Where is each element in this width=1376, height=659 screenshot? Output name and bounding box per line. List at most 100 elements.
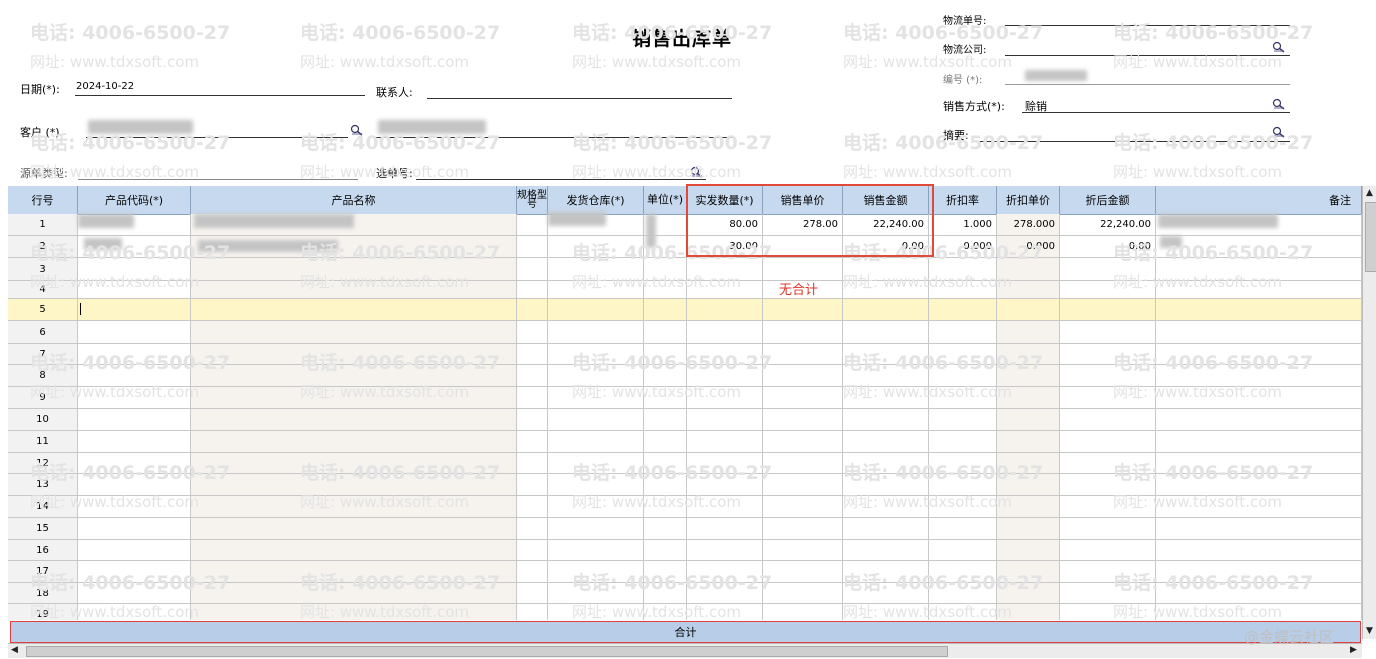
col-header-warehouse[interactable]: 发货仓库(*) <box>548 186 644 214</box>
table-row[interactable]: 3 <box>8 258 1362 281</box>
cell-qty[interactable] <box>687 561 763 582</box>
vertical-scroll-thumb[interactable] <box>1365 202 1376 272</box>
cell-discount-price[interactable] <box>997 604 1060 620</box>
cell-name[interactable] <box>191 496 517 517</box>
scroll-left-icon[interactable]: ◀ <box>11 645 18 655</box>
cell-wh[interactable] <box>548 518 644 539</box>
cell-spec[interactable] <box>517 518 548 539</box>
cell-wh[interactable] <box>548 321 644 343</box>
cell-price[interactable] <box>763 496 843 517</box>
cell-amount[interactable] <box>843 583 929 603</box>
cell-unit[interactable] <box>644 453 687 473</box>
cell-unit[interactable] <box>644 583 687 603</box>
cell-unit[interactable] <box>644 258 687 280</box>
col-header-discount-rate[interactable]: 折扣率 <box>929 186 997 214</box>
cell-unit[interactable] <box>644 561 687 582</box>
cell-after-amount[interactable] <box>1060 474 1156 495</box>
cell-name[interactable] <box>191 299 517 320</box>
cell-remark[interactable] <box>1156 431 1362 452</box>
cell-remark[interactable] <box>1156 474 1362 495</box>
cell-amount[interactable] <box>843 474 929 495</box>
cell-price[interactable] <box>763 258 843 280</box>
cell-wh[interactable] <box>548 281 644 298</box>
cell-name[interactable] <box>191 474 517 495</box>
cell-discount-rate[interactable]: 1.000 <box>929 214 997 235</box>
cell-price[interactable] <box>763 365 843 386</box>
customer-field[interactable] <box>86 137 348 138</box>
cell-code[interactable] <box>78 344 191 364</box>
cell-name[interactable] <box>191 409 517 430</box>
cell-spec[interactable] <box>517 214 548 235</box>
cell-remark[interactable] <box>1156 409 1362 430</box>
cell-qty[interactable] <box>687 387 763 408</box>
cell-after-amount[interactable]: 22,240.00 <box>1060 214 1156 235</box>
table-row[interactable]: 15 <box>8 518 1362 540</box>
cell-discount-price[interactable] <box>997 365 1060 386</box>
cell-unit[interactable] <box>644 540 687 560</box>
cell-wh[interactable] <box>548 431 644 452</box>
cell-code[interactable] <box>78 431 191 452</box>
sale-method-field[interactable] <box>1022 112 1290 113</box>
cell-name[interactable] <box>191 561 517 582</box>
cell-spec[interactable] <box>517 474 548 495</box>
cell-after-amount[interactable] <box>1060 321 1156 343</box>
cell-amount[interactable] <box>843 258 929 280</box>
cell-name[interactable] <box>191 321 517 343</box>
cell-qty[interactable] <box>687 431 763 452</box>
table-row[interactable]: 11 <box>8 431 1362 453</box>
cell-remark[interactable] <box>1156 540 1362 560</box>
cell-discount-rate[interactable] <box>929 299 997 320</box>
cell-unit[interactable] <box>644 409 687 430</box>
cell-code[interactable] <box>78 299 191 320</box>
cell-discount-rate[interactable] <box>929 518 997 539</box>
cell-discount-rate[interactable] <box>929 258 997 280</box>
cell-remark[interactable] <box>1156 583 1362 603</box>
cell-discount-price[interactable] <box>997 281 1060 298</box>
cell-price[interactable] <box>763 453 843 473</box>
cell-after-amount[interactable] <box>1060 561 1156 582</box>
cell-unit[interactable] <box>644 281 687 298</box>
cell-amount[interactable] <box>843 540 929 560</box>
cell-discount-rate[interactable] <box>929 387 997 408</box>
cell-amount[interactable] <box>843 453 929 473</box>
cell-spec[interactable] <box>517 344 548 364</box>
cell-after-amount[interactable] <box>1060 344 1156 364</box>
cell-remark[interactable] <box>1156 387 1362 408</box>
cell-after-amount[interactable] <box>1060 258 1156 280</box>
cell-after-amount[interactable] <box>1060 281 1156 298</box>
cell-spec[interactable] <box>517 236 548 257</box>
cell-name[interactable] <box>191 365 517 386</box>
cell-spec[interactable] <box>517 604 548 620</box>
cell-code[interactable] <box>78 281 191 298</box>
cell-qty[interactable] <box>687 453 763 473</box>
source-type-field[interactable] <box>78 179 358 180</box>
cell-code[interactable] <box>78 583 191 603</box>
cell-remark[interactable] <box>1156 561 1362 582</box>
cell-after-amount[interactable] <box>1060 431 1156 452</box>
cell-price[interactable] <box>763 540 843 560</box>
cell-discount-price[interactable] <box>997 344 1060 364</box>
cell-discount-price[interactable] <box>997 561 1060 582</box>
scroll-up-icon[interactable]: ▲ <box>1366 188 1373 198</box>
cell-price[interactable] <box>763 344 843 364</box>
cell-after-amount[interactable] <box>1060 540 1156 560</box>
cell-amount[interactable] <box>843 604 929 620</box>
cell-discount-price[interactable] <box>997 387 1060 408</box>
cell-qty[interactable] <box>687 540 763 560</box>
cell-remark[interactable] <box>1156 236 1362 257</box>
table-row[interactable]: 19 <box>8 604 1362 620</box>
cell-discount-price[interactable] <box>997 299 1060 320</box>
cell-after-amount[interactable] <box>1060 409 1156 430</box>
horizontal-scrollbar[interactable]: ◀ ▶ <box>8 643 1362 658</box>
cell-unit[interactable] <box>644 365 687 386</box>
table-row[interactable]: 17 <box>8 561 1362 583</box>
cell-discount-rate[interactable] <box>929 344 997 364</box>
cell-price[interactable] <box>763 583 843 603</box>
cell-discount-price[interactable] <box>997 583 1060 603</box>
cell-wh[interactable] <box>548 604 644 620</box>
cell-qty[interactable] <box>687 474 763 495</box>
cell-price[interactable] <box>763 321 843 343</box>
cell-remark[interactable] <box>1156 344 1362 364</box>
cell-spec[interactable] <box>517 453 548 473</box>
customer-lookup-icon[interactable] <box>350 124 364 136</box>
